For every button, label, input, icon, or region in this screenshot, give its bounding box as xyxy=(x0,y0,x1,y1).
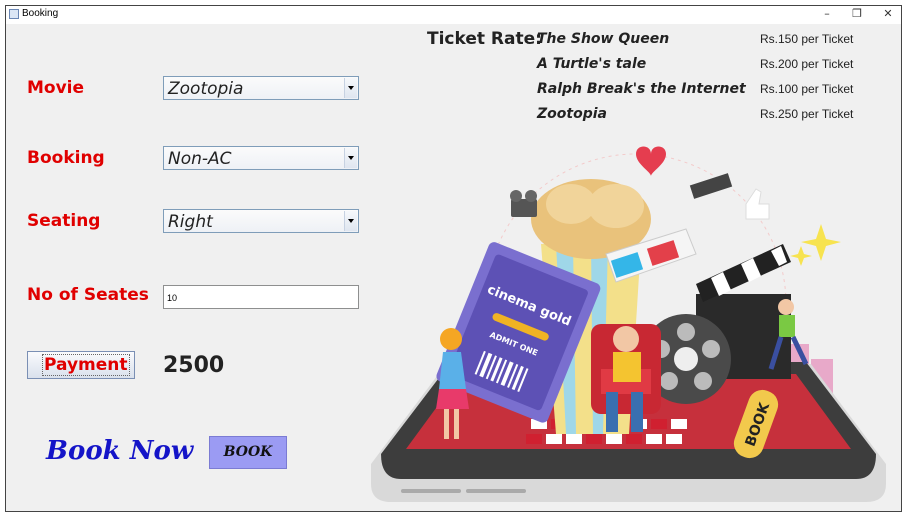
movie-label: Movie xyxy=(27,78,85,98)
payment-button[interactable]: Payment xyxy=(27,351,135,379)
close-button[interactable]: ✕ xyxy=(873,6,901,24)
java-app-icon xyxy=(9,9,19,19)
seats-input[interactable]: 10 xyxy=(163,285,359,309)
book-now-label: Book Now xyxy=(46,436,194,466)
minimize-button[interactable]: – xyxy=(812,6,842,24)
restore-button[interactable]: ❐ xyxy=(842,6,872,24)
phone-home-bar xyxy=(466,489,526,493)
rate-price: Rs.150 per Ticket xyxy=(760,32,854,46)
booking-select[interactable]: Non-AC xyxy=(163,146,359,170)
phone-home-bar xyxy=(401,489,461,493)
rate-price: Rs.250 per Ticket xyxy=(760,107,854,121)
ticket-rate-heading: Ticket Rate: xyxy=(427,29,542,49)
payment-button-label: Payment xyxy=(42,354,130,376)
rate-price: Rs.200 per Ticket xyxy=(760,57,854,71)
seating-select[interactable]: Right xyxy=(163,209,359,233)
heart-icon xyxy=(636,146,666,176)
thumbs-up-icon xyxy=(745,188,770,220)
seating-select-value: Right xyxy=(168,212,213,232)
book-button-label: BOOK xyxy=(223,444,273,460)
movie-select-value: Zootopia xyxy=(168,79,244,99)
rate-movie-name: A Turtle's tale xyxy=(537,56,647,72)
booking-window: Booking – ❐ ✕ Movie Zootopia Booking Non… xyxy=(5,5,902,512)
movie-camera-icon xyxy=(510,190,537,217)
rate-movie-name: The Show Queen xyxy=(537,31,670,47)
seats-label: No of Seates xyxy=(27,285,149,305)
star-icon xyxy=(790,246,812,266)
movie-select[interactable]: Zootopia xyxy=(163,76,359,100)
total-amount: 2500 xyxy=(163,353,225,378)
rate-movie-name: Zootopia xyxy=(537,106,607,122)
booking-select-value: Non-AC xyxy=(168,149,232,169)
rate-price: Rs.100 per Ticket xyxy=(760,82,854,96)
film-strip-icon xyxy=(689,173,733,199)
title-bar: Booking – ❐ ✕ xyxy=(6,6,901,24)
book-button[interactable]: BOOK xyxy=(209,436,287,469)
seating-label: Seating xyxy=(27,211,101,231)
cinema-illustration: cinema gold ADMIT ONE BOOK xyxy=(371,146,886,502)
booking-label: Booking xyxy=(27,148,105,168)
rate-movie-name: Ralph Break's the Internet xyxy=(537,81,746,97)
chevron-down-icon[interactable] xyxy=(344,78,357,98)
window-title: Booking xyxy=(22,8,59,19)
